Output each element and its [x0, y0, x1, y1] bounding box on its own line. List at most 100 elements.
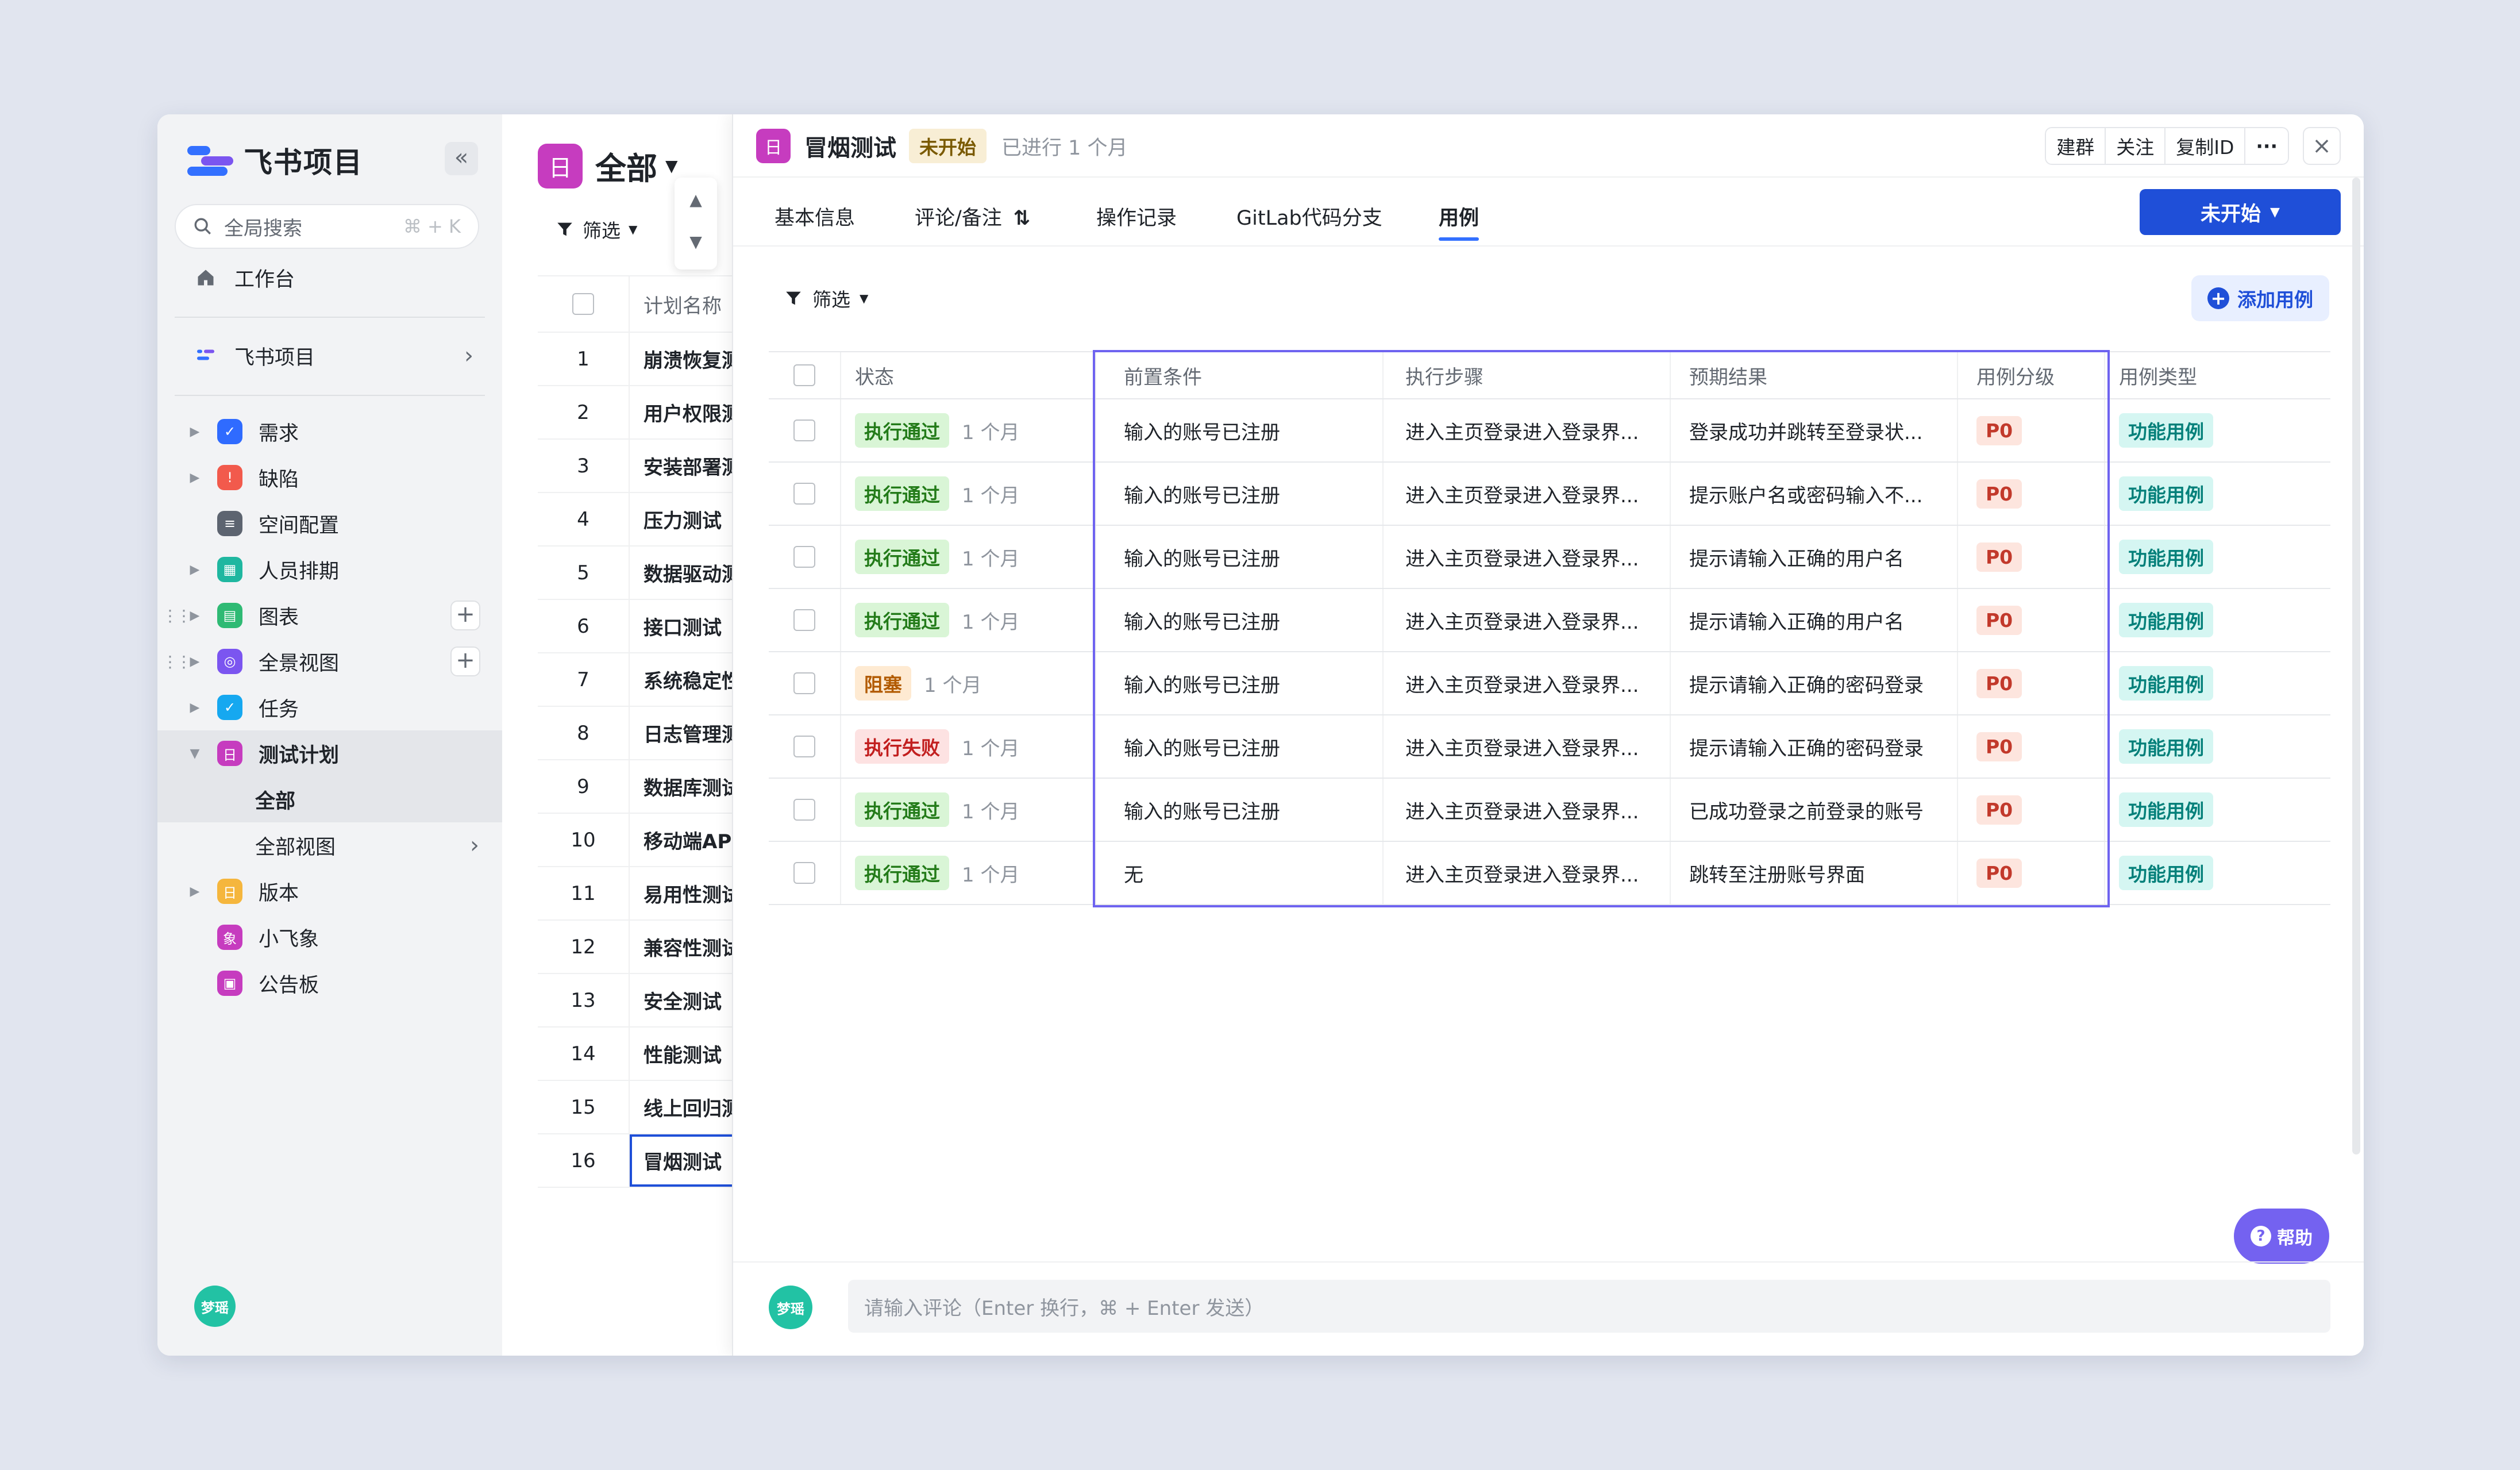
steps-cell[interactable]: 进入主页登录进入登录界...: [1384, 779, 1671, 841]
steps-cell[interactable]: 进入主页登录进入登录界...: [1384, 715, 1671, 778]
expected-cell[interactable]: 跳转至注册账号界面: [1671, 842, 1958, 904]
table-row[interactable]: 执行通过 1 个月 输入的账号已注册 进入主页登录进入登录界... 提示请输入正确的用户…: [769, 589, 2330, 652]
sidebar-item-more-0[interactable]: ▶ 日版本: [157, 868, 502, 914]
row-checkbox[interactable]: [793, 736, 815, 757]
sort-control[interactable]: ▲ ▼: [675, 178, 717, 270]
follow-button[interactable]: 关注: [2106, 127, 2166, 165]
nav-project[interactable]: 飞书项目 ›: [157, 333, 502, 379]
expected-cell[interactable]: 登录成功并跳转至登录状...: [1671, 399, 1958, 461]
tab-comments[interactable]: 评论/备注 ⇅: [915, 202, 1030, 231]
row-select-cell[interactable]: [769, 526, 841, 588]
state-cell[interactable]: 执行通过 1 个月: [841, 463, 1096, 525]
sidebar-subitem-all[interactable]: 全部: [157, 776, 502, 822]
plan-name[interactable]: 用户权限测: [630, 398, 741, 426]
expected-cell[interactable]: 提示账户名或密码输入不...: [1671, 463, 1958, 525]
select-all-checkbox[interactable]: [572, 293, 594, 315]
table-row[interactable]: 执行通过 1 个月 无进入主页登录进入登录界... 跳转至注册账号界面 P0 功能用例: [769, 842, 2330, 905]
row-select-cell[interactable]: [769, 652, 841, 714]
state-cell[interactable]: 执行通过 1 个月: [841, 526, 1096, 588]
global-search[interactable]: 全局搜索 ⌘ + K: [175, 204, 479, 249]
add-case-button[interactable]: + 添加用例: [2191, 275, 2329, 321]
steps-cell[interactable]: 进入主页登录进入登录界...: [1384, 842, 1671, 904]
plan-name[interactable]: 性能测试: [630, 1040, 722, 1068]
caret-right-icon[interactable]: ▶: [186, 701, 203, 715]
precondition-cell[interactable]: 输入的账号已注册: [1096, 652, 1384, 714]
copy-id-button[interactable]: 复制ID: [2165, 127, 2246, 165]
steps-cell[interactable]: 进入主页登录进入登录界...: [1384, 463, 1671, 525]
level-cell[interactable]: P0: [1958, 399, 2105, 461]
sidebar-item-more-2[interactable]: ▣ 公告板: [157, 960, 502, 1006]
caret-right-icon[interactable]: ▶: [186, 471, 203, 485]
row-select-cell[interactable]: [769, 463, 841, 525]
caret-right-icon[interactable]: ▶: [186, 563, 203, 577]
expected-cell[interactable]: 提示请输入正确的密码登录: [1671, 715, 1958, 778]
row-checkbox[interactable]: [793, 420, 815, 441]
arrow-up-icon[interactable]: ▲: [675, 190, 717, 209]
sidebar-item-7[interactable]: ▼ 日测试计划: [157, 730, 502, 776]
sidebar-item-5[interactable]: ⋮⋮ ▶ ◎ 全景视图 +: [157, 638, 502, 684]
plan-name[interactable]: 压力测试: [630, 505, 722, 533]
table-row[interactable]: 执行通过 1 个月 输入的账号已注册 进入主页登录进入登录界... 提示请输入正确的用户…: [769, 526, 2330, 589]
row-select-cell[interactable]: [769, 842, 841, 904]
caret-right-icon[interactable]: ▶: [186, 425, 203, 439]
table-row[interactable]: 执行通过 1 个月 输入的账号已注册 进入主页登录进入登录界... 提示账户名或密码输入…: [769, 463, 2330, 526]
sidebar-subitem-all-views[interactable]: 全部视图 ›: [157, 822, 502, 868]
level-cell[interactable]: P0: [1958, 652, 2105, 714]
sidebar-item-3[interactable]: ▶ ▦ 人员排期: [157, 547, 502, 592]
sidebar-item-1[interactable]: ▶! 缺陷: [157, 455, 502, 501]
plan-name[interactable]: 易用性测试: [630, 879, 741, 907]
plan-name[interactable]: 数据库测试: [630, 772, 741, 801]
create-group-button[interactable]: 建群: [2045, 127, 2106, 165]
arrow-down-icon[interactable]: ▼: [675, 232, 717, 251]
sidebar-item-more-1[interactable]: 象小飞象: [157, 914, 502, 960]
table-row[interactable]: 执行失败 1 个月 输入的账号已注册 进入主页登录进入登录界... 提示请输入正确的密码…: [769, 715, 2330, 779]
row-checkbox[interactable]: [793, 483, 815, 505]
plan-name[interactable]: 线上回归测: [630, 1093, 741, 1121]
level-cell[interactable]: P0: [1958, 842, 2105, 904]
plan-name[interactable]: 系统稳定性: [630, 665, 741, 694]
type-cell[interactable]: 功能用例: [2105, 399, 2330, 461]
precondition-cell[interactable]: 输入的账号已注册: [1096, 779, 1384, 841]
level-cell[interactable]: P0: [1958, 526, 2105, 588]
collapse-sidebar-button[interactable]: «: [445, 142, 478, 175]
table-row[interactable]: 执行通过 1 个月 输入的账号已注册 进入主页登录进入登录界... 已成功登录之前登录的…: [769, 779, 2330, 842]
table-row[interactable]: 执行通过 1 个月 输入的账号已注册 进入主页登录进入登录界... 登录成功并跳转至登录…: [769, 399, 2330, 463]
precondition-cell[interactable]: 输入的账号已注册: [1096, 589, 1384, 651]
caret-down-icon[interactable]: ▼: [665, 156, 678, 175]
type-cell[interactable]: 功能用例: [2105, 463, 2330, 525]
expected-cell[interactable]: 提示请输入正确的用户名: [1671, 526, 1958, 588]
select-all-cell[interactable]: [769, 352, 841, 398]
plan-name[interactable]: 移动端API: [630, 826, 739, 854]
expected-cell[interactable]: 提示请输入正确的用户名: [1671, 589, 1958, 651]
precondition-cell[interactable]: 输入的账号已注册: [1096, 526, 1384, 588]
steps-cell[interactable]: 进入主页登录进入登录界...: [1384, 589, 1671, 651]
row-checkbox[interactable]: [793, 862, 815, 884]
sidebar-item-6[interactable]: ▶ ✓ 任务: [157, 684, 502, 730]
row-select-cell[interactable]: [769, 589, 841, 651]
type-cell[interactable]: 功能用例: [2105, 779, 2330, 841]
type-cell[interactable]: 功能用例: [2105, 715, 2330, 778]
precondition-cell[interactable]: 无: [1096, 842, 1384, 904]
state-cell[interactable]: 执行通过 1 个月: [841, 399, 1096, 461]
level-cell[interactable]: P0: [1958, 463, 2105, 525]
level-cell[interactable]: P0: [1958, 779, 2105, 841]
plan-name[interactable]: 崩溃恢复测: [630, 345, 741, 373]
row-select-cell[interactable]: [769, 715, 841, 778]
row-select-cell[interactable]: [769, 779, 841, 841]
row-checkbox[interactable]: [793, 609, 815, 631]
sidebar-item-2[interactable]: ≡ 空间配置: [157, 501, 502, 547]
type-cell[interactable]: 功能用例: [2105, 652, 2330, 714]
type-cell[interactable]: 功能用例: [2105, 526, 2330, 588]
sidebar-item-4[interactable]: ⋮⋮ ▶ ▤ 图表 +: [157, 592, 502, 638]
steps-cell[interactable]: 进入主页登录进入登录界...: [1384, 526, 1671, 588]
precondition-cell[interactable]: 输入的账号已注册: [1096, 463, 1384, 525]
level-cell[interactable]: P0: [1958, 715, 2105, 778]
comment-input[interactable]: 请输入评论（Enter 换行，⌘ + Enter 发送）: [848, 1280, 2330, 1333]
sidebar-item-0[interactable]: ▶ ✓ 需求: [157, 409, 502, 455]
user-avatar[interactable]: 梦瑶: [194, 1286, 236, 1327]
case-filter-button[interactable]: 筛选 ▼: [784, 284, 868, 312]
select-all-cell[interactable]: [538, 276, 630, 332]
scrollbar[interactable]: [2352, 178, 2360, 1155]
expected-cell[interactable]: 已成功登录之前登录的账号: [1671, 779, 1958, 841]
select-all-checkbox[interactable]: [793, 364, 815, 386]
